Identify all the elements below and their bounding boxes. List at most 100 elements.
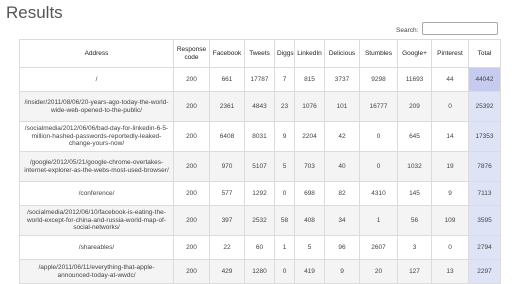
column-header-googleplus[interactable]: Google+ xyxy=(397,39,432,68)
tweets-cell: 1292 xyxy=(244,181,275,206)
linkedin-cell: 408 xyxy=(294,205,325,236)
linkedin-cell: 2204 xyxy=(294,121,325,152)
table-row: /google/2012/05/21/google-chrome-overtak… xyxy=(19,151,501,182)
pinterest-cell: 109 xyxy=(431,205,469,236)
tweets-cell: 8031 xyxy=(244,121,275,152)
total-cell: 2794 xyxy=(468,235,501,260)
column-header-delicious[interactable]: Delicious xyxy=(324,39,360,68)
diggs-cell: 7 xyxy=(274,67,295,92)
address-cell[interactable]: / xyxy=(19,67,174,92)
linkedin-cell: 419 xyxy=(294,259,325,284)
googleplus-cell: 209 xyxy=(397,91,432,122)
delicious-cell: 9 xyxy=(324,259,360,284)
response-code-cell: 200 xyxy=(173,259,210,284)
diggs-cell: 58 xyxy=(274,205,295,236)
googleplus-cell: 127 xyxy=(397,259,432,284)
response-code-cell: 200 xyxy=(173,121,210,152)
results-table: Address Response code Facebook Tweets Di… xyxy=(19,39,501,284)
pinterest-cell: 44 xyxy=(431,67,469,92)
column-header-facebook[interactable]: Facebook xyxy=(209,39,245,68)
googleplus-cell: 56 xyxy=(397,205,432,236)
delicious-cell: 101 xyxy=(324,91,360,122)
total-cell: 3595 xyxy=(468,205,501,236)
address-cell[interactable]: /shareables/ xyxy=(19,235,174,260)
googleplus-cell: 3 xyxy=(397,235,432,260)
tweets-cell: 17787 xyxy=(244,67,275,92)
stumbles-cell: 4310 xyxy=(359,181,398,206)
response-code-cell: 200 xyxy=(173,205,210,236)
facebook-cell: 2361 xyxy=(209,91,245,122)
address-cell[interactable]: /insider/2011/08/06/20-years-ago-today-t… xyxy=(19,91,174,122)
linkedin-cell: 703 xyxy=(294,151,325,182)
response-code-cell: 200 xyxy=(173,67,210,92)
linkedin-cell: 1076 xyxy=(294,91,325,122)
googleplus-cell: 645 xyxy=(397,121,432,152)
diggs-cell: 1 xyxy=(274,235,295,260)
delicious-cell: 34 xyxy=(324,205,360,236)
column-header-stumbles[interactable]: Stumbles xyxy=(359,39,398,68)
response-code-cell: 200 xyxy=(173,235,210,260)
stumbles-cell: 0 xyxy=(359,121,398,152)
diggs-cell: 0 xyxy=(274,259,295,284)
total-cell: 7113 xyxy=(468,181,501,206)
tweets-cell: 4843 xyxy=(244,91,275,122)
facebook-cell: 6408 xyxy=(209,121,245,152)
address-cell[interactable]: /socialmedia/2012/06/10/facebook-is-eati… xyxy=(19,205,174,236)
column-header-diggs[interactable]: Diggs xyxy=(274,39,295,68)
tweets-cell: 2532 xyxy=(244,205,275,236)
response-code-cell: 200 xyxy=(173,91,210,122)
facebook-cell: 397 xyxy=(209,205,245,236)
pinterest-cell: 9 xyxy=(431,181,469,206)
linkedin-cell: 815 xyxy=(294,67,325,92)
delicious-cell: 3737 xyxy=(324,67,360,92)
table-row: /insider/2011/08/06/20-years-ago-today-t… xyxy=(19,91,501,122)
stumbles-cell: 9298 xyxy=(359,67,398,92)
facebook-cell: 577 xyxy=(209,181,245,206)
column-header-total[interactable]: Total xyxy=(468,39,501,68)
address-cell[interactable]: /socialmedia/2012/06/06/bad-day-for-link… xyxy=(19,121,174,152)
diggs-cell: 23 xyxy=(274,91,295,122)
address-cell[interactable]: /google/2012/05/21/google-chrome-overtak… xyxy=(19,151,174,182)
tweets-cell: 1280 xyxy=(244,259,275,284)
delicious-cell: 42 xyxy=(324,121,360,152)
column-header-address[interactable]: Address xyxy=(19,39,174,68)
address-cell[interactable]: /apple/2011/06/11/everything-that-apple-… xyxy=(19,259,174,284)
table-row: / 200 661 17787 7 815 3737 9298 11693 44… xyxy=(19,67,501,92)
total-cell: 17353 xyxy=(468,121,501,152)
column-header-response-code[interactable]: Response code xyxy=(173,39,210,68)
pinterest-cell: 0 xyxy=(431,91,469,122)
table-row: /conference/ 200 577 1292 0 698 82 4310 … xyxy=(19,181,501,206)
googleplus-cell: 145 xyxy=(397,181,432,206)
tweets-cell: 5107 xyxy=(244,151,275,182)
search-label: Search: xyxy=(396,27,419,34)
linkedin-cell: 698 xyxy=(294,181,325,206)
stumbles-cell: 2607 xyxy=(359,235,398,260)
facebook-cell: 22 xyxy=(209,235,245,260)
search-input[interactable] xyxy=(422,22,498,35)
googleplus-cell: 1032 xyxy=(397,151,432,182)
column-header-tweets[interactable]: Tweets xyxy=(244,39,275,68)
googleplus-cell: 11693 xyxy=(397,67,432,92)
pinterest-cell: 19 xyxy=(431,151,469,182)
pinterest-cell: 14 xyxy=(431,121,469,152)
diggs-cell: 0 xyxy=(274,181,295,206)
pinterest-cell: 13 xyxy=(431,259,469,284)
column-header-linkedin[interactable]: LinkedIn xyxy=(294,39,325,68)
response-code-cell: 200 xyxy=(173,151,210,182)
table-header-row: Address Response code Facebook Tweets Di… xyxy=(19,39,501,68)
facebook-cell: 661 xyxy=(209,67,245,92)
address-cell[interactable]: /conference/ xyxy=(19,181,174,206)
delicious-cell: 40 xyxy=(324,151,360,182)
stumbles-cell: 0 xyxy=(359,151,398,182)
stumbles-cell: 16777 xyxy=(359,91,398,122)
pinterest-cell: 0 xyxy=(431,235,469,260)
table-row: /socialmedia/2012/06/06/bad-day-for-link… xyxy=(19,121,501,152)
column-header-pinterest[interactable]: Pinterest xyxy=(431,39,469,68)
table-row: /apple/2011/06/11/everything-that-apple-… xyxy=(19,259,501,284)
diggs-cell: 9 xyxy=(274,121,295,152)
total-cell: 25392 xyxy=(468,91,501,122)
delicious-cell: 82 xyxy=(324,181,360,206)
total-cell: 7876 xyxy=(468,151,501,182)
table-row: /socialmedia/2012/06/10/facebook-is-eati… xyxy=(19,205,501,236)
facebook-cell: 970 xyxy=(209,151,245,182)
